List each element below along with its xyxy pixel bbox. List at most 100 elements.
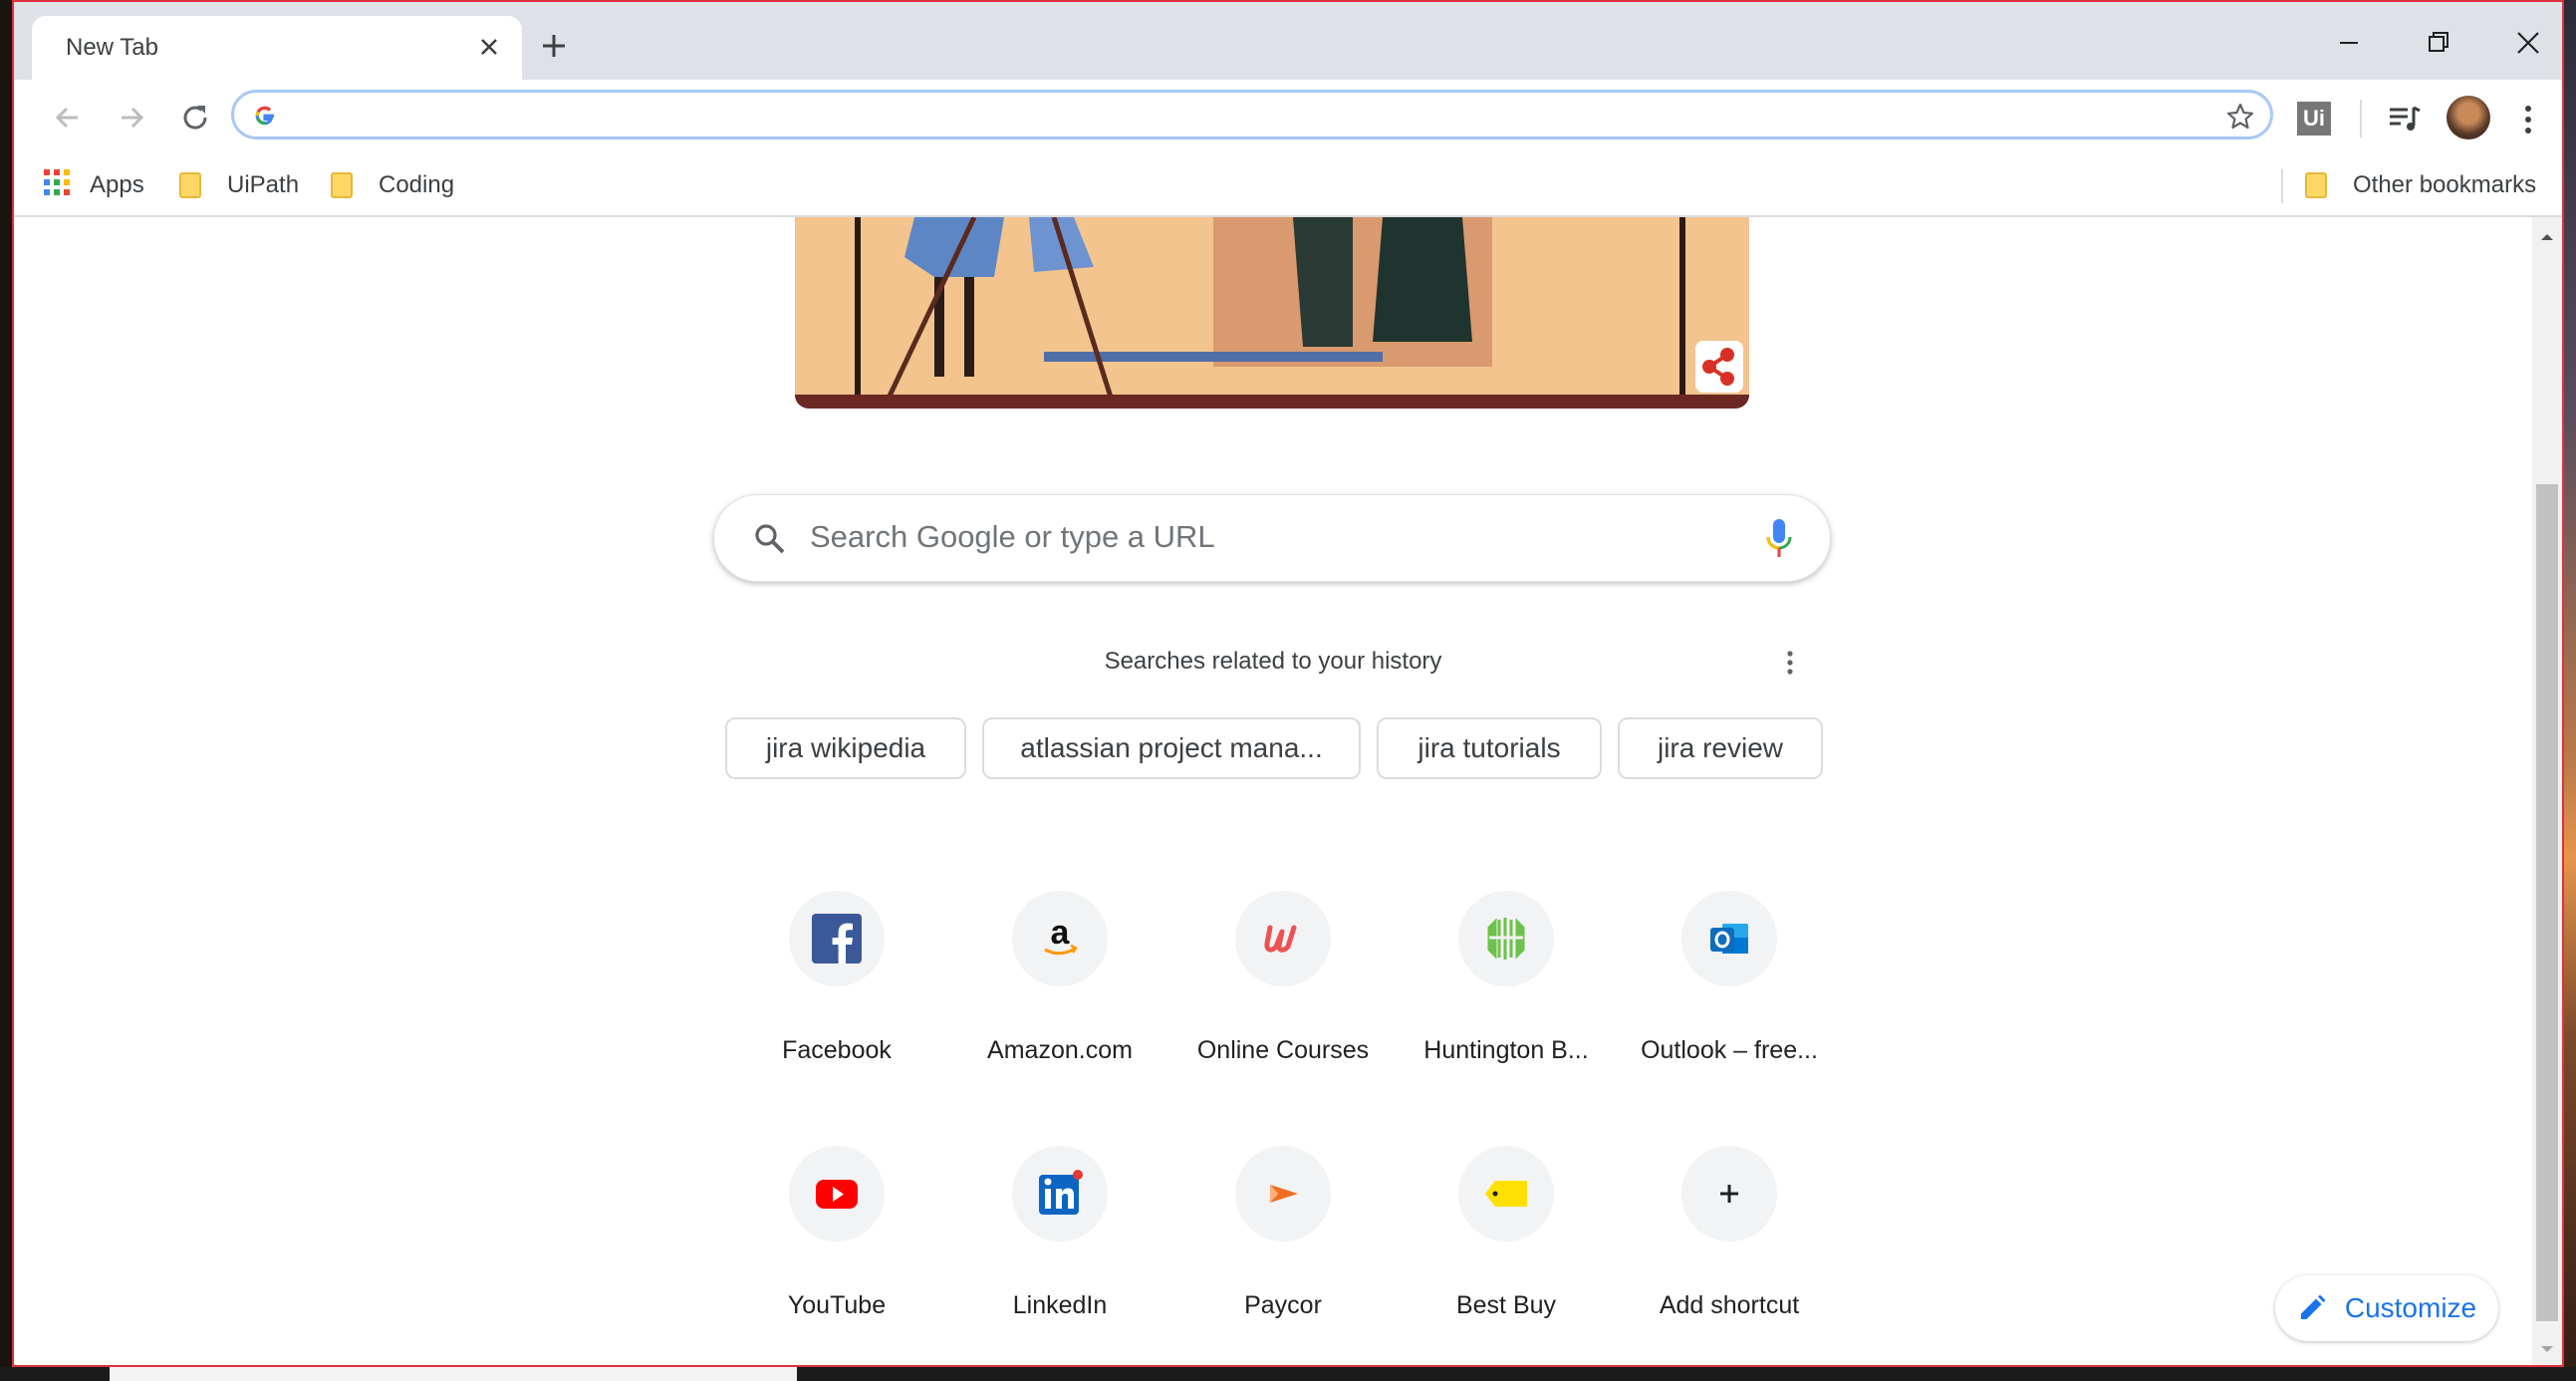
shortcut-icon-wrap — [1235, 891, 1331, 986]
address-bar[interactable] — [231, 90, 2273, 139]
facebook-icon — [812, 914, 862, 964]
taskbar — [0, 1367, 2576, 1381]
shortcut-label: Outlook – free... — [1641, 1036, 1818, 1064]
search-icon — [752, 521, 788, 557]
bookmarks-bar: Apps UiPath Coding Other bookmarks — [14, 155, 2562, 217]
related-searches-title: Searches related to your history — [1104, 648, 1442, 675]
related-search-chip[interactable]: atlassian project mana... — [982, 717, 1361, 779]
apps-grid-icon — [44, 168, 70, 202]
shortcut-label: Amazon.com — [987, 1036, 1133, 1064]
plus-icon — [1720, 1185, 1738, 1203]
related-searches-menu-icon[interactable] — [1775, 648, 1805, 678]
scrollbar-thumb[interactable] — [2536, 484, 2558, 1321]
bookmark-folder-coding[interactable]: Coding — [331, 165, 454, 205]
customize-button[interactable]: Customize — [2275, 1275, 2498, 1341]
amazon-icon: a — [1044, 914, 1078, 956]
folder-icon — [2305, 172, 2327, 198]
shortcut-youtube[interactable]: YouTube — [727, 1146, 946, 1365]
uipath-extension-icon[interactable]: Ui — [2297, 102, 2331, 136]
udemy-icon — [1264, 925, 1297, 953]
address-input[interactable] — [294, 99, 2190, 135]
share-icon — [1702, 348, 1734, 386]
shortcut-label: Add shortcut — [1659, 1291, 1800, 1319]
forward-arrow-icon[interactable] — [108, 94, 155, 141]
toolbar-divider — [2360, 100, 2362, 138]
bookmark-folder-other[interactable]: Other bookmarks — [2305, 165, 2536, 205]
new-tab-page: Search Google or type a URL Searches rel… — [14, 217, 2532, 1365]
bookmark-folder-uipath[interactable]: UiPath — [179, 165, 299, 205]
bookmarks-divider — [2281, 169, 2283, 203]
doodle-illustration — [795, 217, 1749, 409]
related-search-chip[interactable]: jira wikipedia — [725, 717, 966, 779]
folder-icon — [331, 172, 353, 198]
menu-kebab-icon[interactable] — [2516, 100, 2540, 144]
related-search-chip[interactable]: jira review — [1618, 717, 1823, 779]
outlook-icon — [1710, 924, 1748, 954]
shortcut-best-buy[interactable]: Best Buy — [1397, 1146, 1616, 1365]
bookmark-label: Apps — [90, 171, 144, 198]
shortcut-icon-wrap — [1235, 1146, 1331, 1242]
bestbuy-icon — [1485, 1181, 1527, 1207]
toolbar: Ui — [14, 80, 2562, 155]
bookmark-apps[interactable]: Apps — [44, 165, 144, 205]
shortcut-online-courses[interactable]: Online Courses — [1173, 891, 1393, 1110]
shortcut-label: Online Courses — [1196, 1036, 1370, 1064]
shortcut-icon-wrap — [789, 1146, 885, 1242]
shortcut-label: LinkedIn — [1012, 1291, 1108, 1319]
close-tab-icon[interactable] — [472, 30, 506, 64]
shortcut-label: Huntington B... — [1423, 1036, 1589, 1064]
voice-search-mic-icon[interactable] — [1764, 517, 1794, 561]
close-window-icon[interactable] — [2498, 16, 2558, 70]
browser-window: New Tab Ui Apps UiPath Coding Other book… — [12, 0, 2564, 1367]
search-placeholder: Search Google or type a URL — [810, 519, 1215, 554]
share-doodle-button[interactable] — [1695, 341, 1743, 393]
related-search-chip[interactable]: jira tutorials — [1377, 717, 1602, 779]
reload-icon[interactable] — [171, 94, 219, 141]
shortcut-icon-wrap — [1681, 1146, 1777, 1242]
pencil-icon — [2300, 1294, 2326, 1319]
new-tab-plus-icon[interactable] — [534, 26, 574, 66]
linkedin-icon — [1039, 1170, 1083, 1215]
customize-label: Customize — [2344, 1292, 2477, 1323]
google-doodle[interactable] — [795, 217, 1749, 409]
shortcut-linkedin[interactable]: LinkedIn — [950, 1146, 1169, 1365]
profile-avatar[interactable] — [2447, 96, 2490, 139]
shortcut-huntington[interactable]: Huntington B... — [1397, 891, 1616, 1110]
scroll-down-arrow-icon[interactable] — [2532, 1337, 2562, 1361]
back-arrow-icon[interactable] — [44, 94, 92, 141]
shortcut-icon-wrap — [1681, 891, 1777, 986]
shortcut-amazon[interactable]: a Amazon.com — [950, 891, 1169, 1110]
ntp-search-box[interactable]: Search Google or type a URL — [713, 494, 1831, 582]
google-g-icon — [252, 103, 278, 129]
vertical-scrollbar[interactable] — [2532, 217, 2562, 1365]
shortcut-icon-wrap — [1012, 1146, 1108, 1242]
tab-title: New Tab — [66, 34, 158, 61]
media-controls-icon[interactable] — [2387, 102, 2423, 142]
shortcut-label: YouTube — [787, 1291, 887, 1319]
scroll-up-arrow-icon[interactable] — [2532, 225, 2562, 249]
folder-icon — [179, 172, 201, 198]
paycor-icon — [1270, 1185, 1298, 1203]
restore-icon[interactable] — [2409, 16, 2468, 70]
minimize-icon[interactable] — [2319, 16, 2379, 70]
tab-strip: New Tab — [14, 2, 2562, 80]
tab-new-tab[interactable]: New Tab — [32, 16, 522, 80]
huntington-icon — [1487, 918, 1525, 960]
bookmark-label: Other bookmarks — [2353, 171, 2537, 198]
shortcut-icon-wrap — [1458, 891, 1554, 986]
add-shortcut-button[interactable]: Add shortcut — [1620, 1146, 1839, 1365]
shortcut-paycor[interactable]: Paycor — [1173, 1146, 1393, 1365]
shortcut-label: Best Buy — [1455, 1291, 1557, 1319]
shortcut-outlook[interactable]: Outlook – free... — [1620, 891, 1839, 1110]
youtube-icon — [816, 1180, 858, 1209]
bookmark-label: UiPath — [227, 171, 300, 198]
shortcut-label: Paycor — [1244, 1291, 1322, 1319]
shortcut-icon-wrap — [789, 891, 885, 986]
bookmark-star-icon[interactable] — [2224, 101, 2256, 133]
shortcut-icon-wrap: a — [1012, 891, 1108, 986]
svg-text:a: a — [1051, 914, 1071, 952]
desktop-wallpaper — [2564, 0, 2576, 1381]
taskbar-item[interactable] — [110, 1367, 797, 1381]
shortcut-facebook[interactable]: Facebook — [727, 891, 946, 1110]
bookmark-label: Coding — [379, 171, 455, 198]
